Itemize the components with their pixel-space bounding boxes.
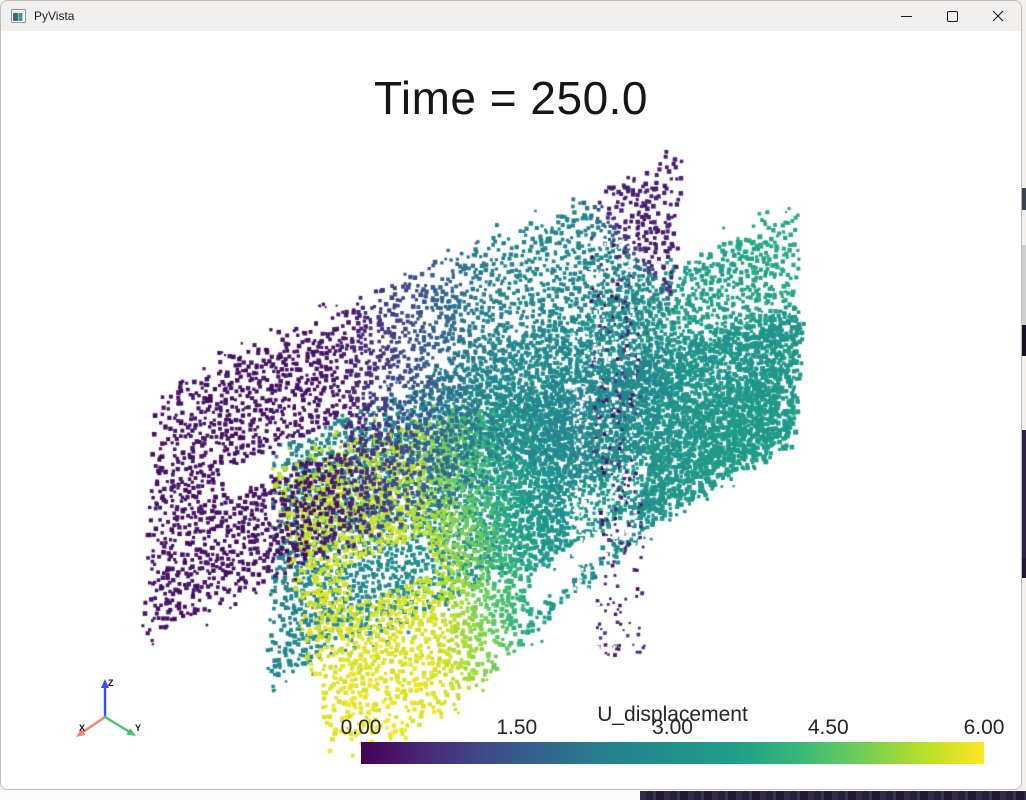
scene-canvas[interactable] <box>1 31 1022 790</box>
z-axis-arrow: Z <box>101 678 114 717</box>
colorbar-tick-label: 1.50 <box>496 716 537 740</box>
time-title: Time = 250.0 <box>1 71 1021 125</box>
colorbar-tick-label: 0.00 <box>341 716 382 740</box>
background-sliver-segment <box>1022 188 1026 210</box>
x-axis-arrow: X <box>76 717 105 737</box>
background-sliver-segment <box>1022 430 1026 558</box>
maximize-button[interactable] <box>929 1 975 31</box>
window-title: PyVista <box>34 9 74 23</box>
x-axis-label: X <box>79 723 85 733</box>
y-axis-label: Y <box>135 723 141 733</box>
background-sliver-segment <box>1022 325 1026 356</box>
minimize-icon <box>901 16 912 17</box>
pyvista-app-icon <box>11 9 26 23</box>
orientation-axes-widget[interactable]: Z X Y <box>59 674 151 754</box>
close-button[interactable] <box>975 1 1021 31</box>
maximize-icon <box>947 11 958 22</box>
pyvista-window: PyVista Time = 250.0 U_displacement 0.00… <box>0 0 1022 790</box>
render-viewport: Time = 250.0 U_displacement 0.00 1.50 3.… <box>1 31 1021 789</box>
colorbar-tick-label: 3.00 <box>652 716 693 740</box>
z-axis-label: Z <box>108 678 114 688</box>
minimize-button[interactable] <box>883 1 929 31</box>
background-sliver-segment <box>1022 245 1026 325</box>
background-app-right-sliver <box>1022 0 1026 790</box>
y-axis-arrow: Y <box>105 717 141 736</box>
background-sliver-segment <box>1022 558 1026 578</box>
titlebar[interactable]: PyVista <box>1 1 1021 32</box>
background-app-bottom-strip <box>0 790 1026 800</box>
close-icon <box>992 10 1004 22</box>
colorbar <box>361 742 984 764</box>
window-controls <box>883 1 1021 31</box>
colorbar-tick-label: 4.50 <box>808 716 849 740</box>
background-app-dark-texture <box>640 791 1026 800</box>
colorbar-tick-label: 6.00 <box>964 716 1005 740</box>
